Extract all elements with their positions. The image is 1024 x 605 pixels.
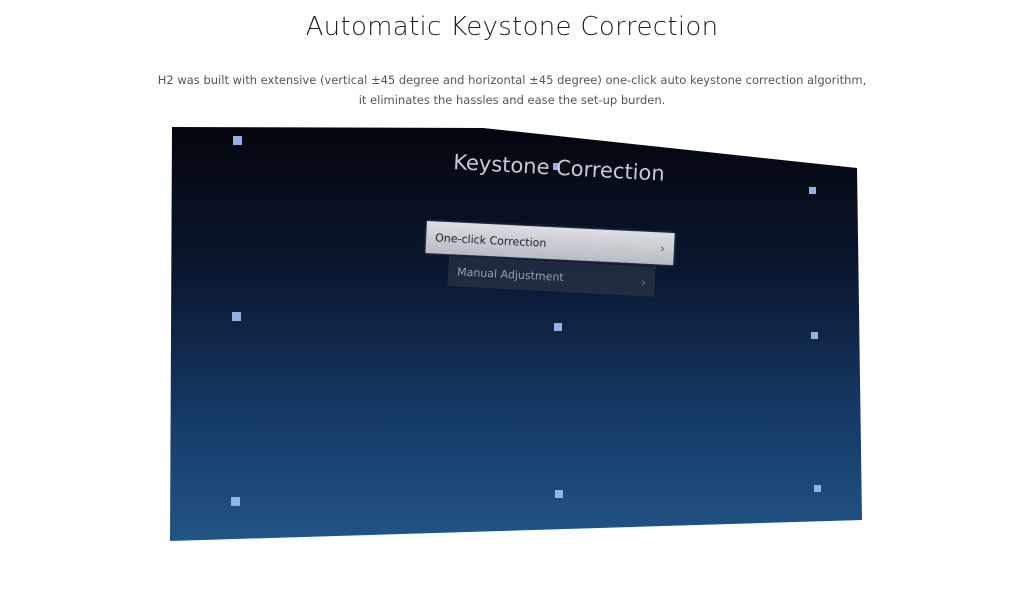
menu-item-label: One-click Correction xyxy=(434,230,547,250)
calibration-marker xyxy=(554,323,562,331)
calibration-marker xyxy=(232,312,241,321)
chevron-right-icon: › xyxy=(640,275,647,290)
calibration-marker xyxy=(814,485,821,492)
projected-screen-image: Keystone Correction One-click Correction… xyxy=(0,0,1024,605)
calibration-marker xyxy=(809,187,816,194)
calibration-marker xyxy=(555,490,563,498)
projection-surface xyxy=(170,127,862,541)
chevron-right-icon: › xyxy=(659,241,666,256)
calibration-marker xyxy=(233,136,242,145)
keystone-screen xyxy=(170,127,862,541)
calibration-marker xyxy=(231,497,240,506)
calibration-marker xyxy=(811,332,818,339)
menu-item-label: Manual Adjustment xyxy=(456,264,565,284)
